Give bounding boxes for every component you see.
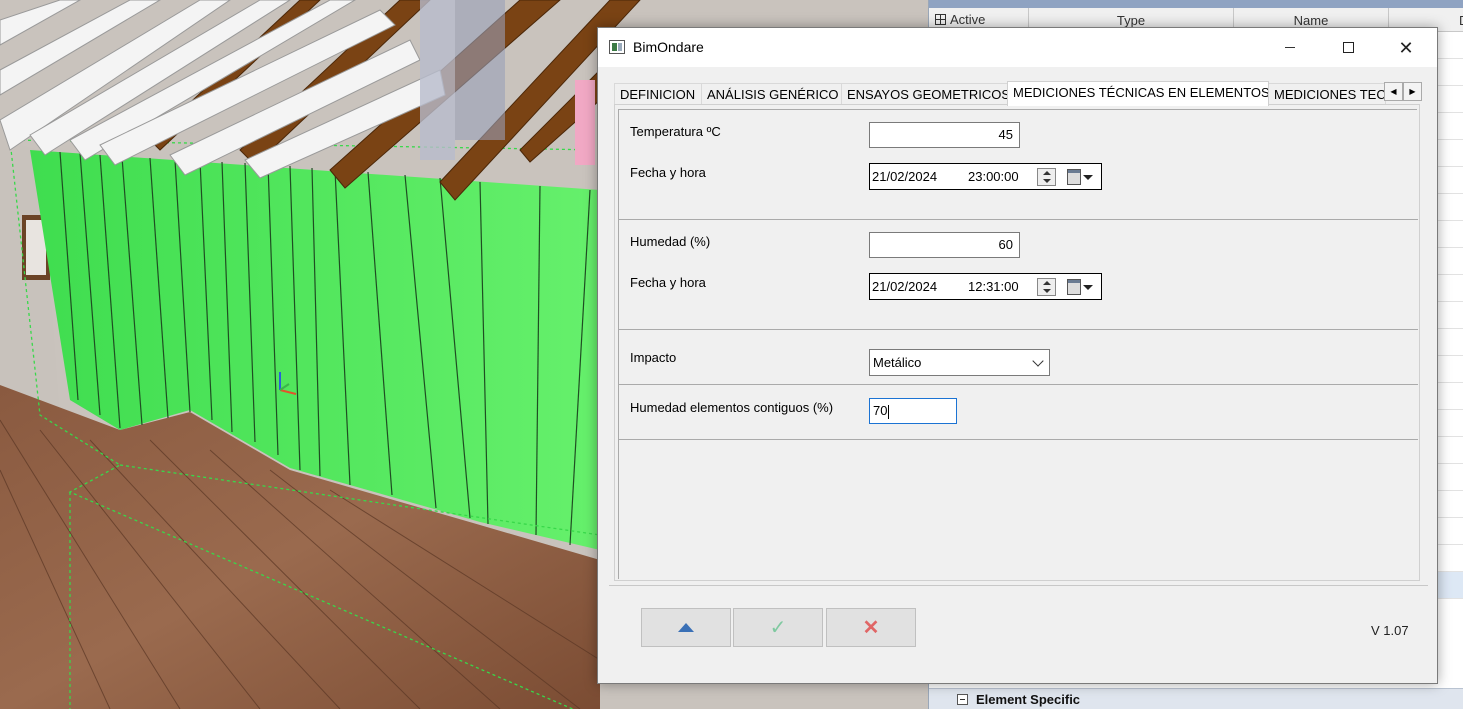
tab-page-content: Temperatura ºC 45 Fecha y hora 21/02/202… — [618, 109, 1418, 579]
table-row[interactable] — [1437, 59, 1463, 86]
element-specific-label: Element Specific — [976, 691, 1081, 707]
contiguous-humidity-label: Humedad elementos contiguos (%) — [630, 400, 834, 415]
contiguous-humidity-value: 70 — [873, 403, 888, 418]
grid-icon — [935, 14, 946, 25]
arrow-up-icon — [678, 623, 694, 632]
temperature-group: Temperatura ºC 45 Fecha y hora 21/02/202… — [619, 110, 1418, 220]
tab-definicion[interactable]: DEFINICION — [614, 83, 702, 105]
humidity-input[interactable]: 60 — [869, 232, 1020, 258]
temperature-datetime-label: Fecha y hora — [630, 165, 706, 180]
table-row[interactable] — [1437, 86, 1463, 113]
table-row[interactable] — [1437, 275, 1463, 302]
maximize-button[interactable] — [1325, 28, 1371, 67]
humidity-time[interactable]: 12:31:00 — [968, 274, 1019, 299]
tab-scroll-right-button[interactable]: ▶ — [1403, 82, 1422, 101]
table-row[interactable] — [1437, 464, 1463, 491]
calendar-icon[interactable] — [1067, 279, 1081, 295]
table-row[interactable] — [1437, 302, 1463, 329]
impact-label: Impacto — [630, 350, 677, 365]
temperature-time[interactable]: 23:00:00 — [968, 164, 1019, 189]
table-row[interactable] — [1437, 437, 1463, 464]
table-row[interactable] — [1437, 194, 1463, 221]
ifc-panel-title-bar — [929, 0, 1463, 8]
dialog-action-bar: ✓ ✕ V 1.07 — [609, 585, 1428, 675]
check-icon: ✓ — [769, 616, 787, 639]
humidity-datetime-picker[interactable]: 21/02/2024 12:31:00 — [869, 273, 1102, 300]
element-specific-section-header[interactable]: Element Specific — [929, 688, 1463, 709]
table-row[interactable] — [1437, 491, 1463, 518]
tab-analisis-generico[interactable]: ANÁLISIS GENÉRICO — [701, 83, 842, 105]
table-row[interactable] — [1437, 518, 1463, 545]
cancel-button[interactable]: ✕ — [826, 608, 916, 647]
table-row[interactable] — [1437, 329, 1463, 356]
dropdown-arrow-icon[interactable] — [1083, 285, 1093, 290]
version-label: V 1.07 — [1371, 623, 1409, 638]
temperature-input[interactable]: 45 — [869, 122, 1020, 148]
bimondare-dialog: BimOndare ✕ DEFINICION ANÁLISIS GENÉRICO… — [597, 27, 1438, 684]
contiguous-humidity-group: Humedad elementos contiguos (%) 70 — [619, 385, 1418, 440]
table-row[interactable] — [1437, 221, 1463, 248]
calendar-icon[interactable] — [1067, 169, 1081, 185]
contiguous-humidity-input[interactable]: 70 — [869, 398, 957, 424]
minimize-icon — [1285, 47, 1295, 48]
table-row[interactable] — [1437, 167, 1463, 194]
spinner-icon[interactable] — [1037, 278, 1056, 296]
impact-select[interactable]: Metálico — [869, 349, 1050, 376]
dialog-title-bar[interactable]: BimOndare ✕ — [598, 28, 1437, 67]
arrow-right-icon: ▶ — [1409, 87, 1416, 96]
table-row[interactable] — [1437, 410, 1463, 437]
table-row-selected[interactable] — [1437, 572, 1463, 599]
dropdown-arrow-icon[interactable] — [1083, 175, 1093, 180]
dialog-title: BimOndare — [633, 39, 704, 55]
tab-strip: DEFINICION ANÁLISIS GENÉRICO ENSAYOS GEO… — [614, 81, 1424, 106]
tab-mediciones-tecnicas-elementos[interactable]: MEDICIONES TÉCNICAS EN ELEMENTOS — [1007, 81, 1269, 106]
table-row[interactable] — [1437, 113, 1463, 140]
table-row[interactable] — [1437, 32, 1463, 59]
table-row[interactable] — [1437, 383, 1463, 410]
impact-select-value: Metálico — [873, 355, 922, 370]
close-icon: ✕ — [862, 616, 880, 639]
humidity-date[interactable]: 21/02/2024 — [872, 274, 937, 299]
close-button[interactable]: ✕ — [1383, 28, 1429, 67]
tab-ensayos-geometricos[interactable]: ENSAYOS GEOMETRICOS — [841, 83, 1008, 105]
table-row[interactable] — [1437, 248, 1463, 275]
temperature-label: Temperatura ºC — [630, 124, 721, 139]
table-row[interactable] — [1437, 545, 1463, 572]
table-row[interactable] — [1437, 356, 1463, 383]
maximize-icon — [1342, 42, 1354, 53]
minimize-button[interactable] — [1267, 28, 1313, 67]
table-row[interactable] — [1437, 140, 1463, 167]
ifc-table-rows — [1437, 32, 1463, 672]
accept-button[interactable]: ✓ — [733, 608, 823, 647]
tab-page-mediciones: Temperatura ºC 45 Fecha y hora 21/02/202… — [614, 104, 1420, 581]
text-caret — [888, 404, 890, 419]
chevron-down-icon — [1032, 355, 1044, 367]
app-icon — [609, 40, 625, 54]
collapse-icon[interactable] — [957, 693, 968, 705]
impact-group: Impacto Metálico — [619, 330, 1418, 385]
humidity-group: Humedad (%) 60 Fecha y hora 21/02/2024 1… — [619, 220, 1418, 330]
temperature-date[interactable]: 21/02/2024 — [872, 164, 937, 189]
close-icon: ✕ — [1398, 37, 1414, 58]
temperature-datetime-picker[interactable]: 21/02/2024 23:00:00 — [869, 163, 1102, 190]
spinner-icon[interactable] — [1037, 168, 1056, 186]
tab-scroll-left-button[interactable]: ◀ — [1384, 82, 1403, 101]
arrow-left-icon: ◀ — [1390, 87, 1397, 96]
humidity-label: Humedad (%) — [630, 234, 711, 249]
tab-mediciones-tecnicas[interactable]: MEDICIONES TECNICAS — [1268, 83, 1386, 105]
move-up-button[interactable] — [641, 608, 731, 647]
humidity-datetime-label: Fecha y hora — [630, 275, 706, 290]
